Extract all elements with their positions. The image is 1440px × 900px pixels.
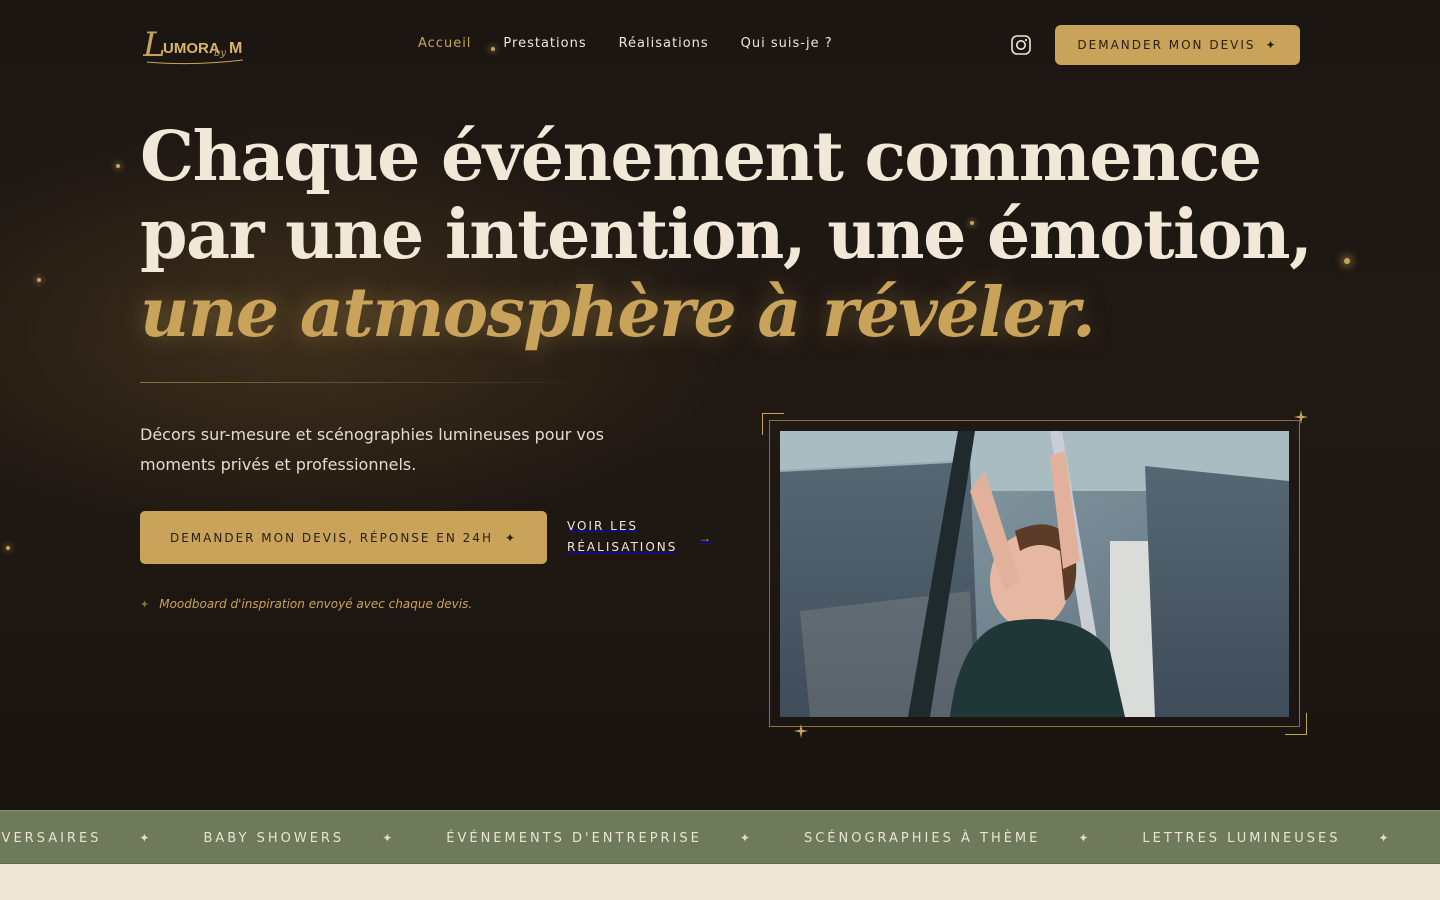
hero-section: L UMORA by M Accueil Prestations Réalisa…: [0, 0, 1440, 810]
marquee-item: SCÉNOGRAPHIES À THÈME: [803, 830, 1041, 846]
request-quote-label: DEMANDER MON DEVIS: [1077, 38, 1256, 52]
sparkle-decoration: [1344, 258, 1350, 264]
marquee-track: NIVERSAIRES ✦ BABY SHOWERS ✦ ÉVÉNEMENTS …: [0, 811, 1440, 863]
nav-item-prestations[interactable]: Prestations: [503, 36, 586, 51]
main-nav: Accueil Prestations Réalisations Qui sui…: [418, 36, 833, 51]
sparkle-icon: ✦: [1078, 831, 1089, 845]
moodboard-note: ✦ Moodboard d'inspiration envoyé avec ch…: [140, 597, 472, 611]
svg-text:UMORA: UMORA: [163, 40, 220, 57]
sparkle-decoration: [116, 164, 120, 168]
request-quote-24h-label: DEMANDER MON DEVIS, RÉPONSE EN 24H: [169, 530, 493, 545]
arrow-right-icon: →: [699, 531, 711, 545]
sparkle-icon: ✦: [382, 831, 393, 845]
divider: [140, 382, 600, 383]
marquee-item: BABY SHOWERS: [203, 830, 345, 846]
next-section: [0, 864, 1440, 900]
svg-text:M: M: [229, 40, 242, 57]
moodboard-note-text: Moodboard d'inspiration envoyé avec chaq…: [159, 597, 473, 611]
nav-item-qui-suis-je[interactable]: Qui suis-je ?: [741, 36, 833, 51]
brand-logo[interactable]: L UMORA by M: [142, 22, 248, 66]
sparkle-icon: ✦: [504, 530, 518, 545]
sparkle-icon: [1294, 410, 1308, 424]
view-realisations-link[interactable]: VOIR LES RÉALISATIONS →: [567, 516, 711, 558]
view-realisations-label: VOIR LES RÉALISATIONS: [567, 519, 678, 554]
hero-photo: [780, 431, 1289, 717]
sparkle-icon: [794, 724, 808, 738]
svg-text:by: by: [214, 48, 226, 59]
sparkle-decoration: [6, 546, 10, 550]
nav-item-realisations[interactable]: Réalisations: [619, 36, 709, 51]
request-quote-button[interactable]: DEMANDER MON DEVIS ✦: [1055, 25, 1300, 65]
headline-line-3: une atmosphère à révéler.: [140, 273, 1096, 353]
request-quote-24h-button[interactable]: DEMANDER MON DEVIS, RÉPONSE EN 24H ✦: [140, 511, 547, 564]
nav-item-accueil[interactable]: Accueil: [418, 36, 471, 51]
sparkle-icon: ✦: [140, 598, 150, 611]
instagram-icon[interactable]: [1010, 34, 1032, 56]
marquee-item: ÉVÉNEMENTS D'ENTREPRISE: [446, 830, 702, 846]
logo-mark: L UMORA by M: [142, 25, 244, 65]
hero-headline: Chaque événement commence par une intent…: [140, 118, 1320, 352]
hero-lead: Décors sur-mesure et scénographies lumin…: [140, 425, 604, 474]
headline-line-1: Chaque événement commence: [140, 117, 1262, 197]
marquee-item: LETTRES LUMINEUSES: [1142, 830, 1341, 846]
sparkle-icon: ✦: [139, 831, 150, 845]
services-marquee: NIVERSAIRES ✦ BABY SHOWERS ✦ ÉVÉNEMENTS …: [0, 810, 1440, 864]
sparkle-icon: ✦: [1265, 38, 1278, 52]
sparkle-icon: ✦: [739, 831, 750, 845]
sparkle-icon: ✦: [1378, 831, 1389, 845]
marquee-item: NIVERSAIRES: [0, 830, 102, 846]
headline-line-2: par une intention, une émotion,: [140, 195, 1313, 275]
sparkle-decoration: [37, 278, 41, 282]
